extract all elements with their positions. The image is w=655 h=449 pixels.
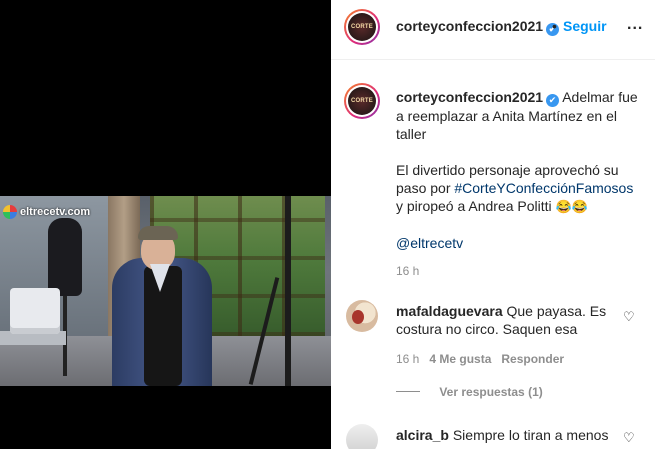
view-replies-link[interactable]: Ver respuestas (1) [396, 385, 542, 399]
caption-timestamp[interactable]: 16 h [396, 264, 419, 278]
comment-username[interactable]: mafaldaguevara [396, 303, 503, 319]
profile-avatar[interactable]: CORTE [344, 9, 380, 45]
comment-body: alcira_b Siempre lo tiran a menos [396, 426, 621, 444]
like-heart-icon[interactable]: ♡ [623, 309, 637, 324]
sewing-machine [10, 288, 60, 334]
view-replies-label[interactable]: Ver respuestas (1) [439, 385, 542, 399]
eltrece-logo-icon [3, 205, 17, 219]
commenter-avatar[interactable] [346, 300, 378, 332]
comment-body: mafaldaguevara Que payasa. Es costura no… [396, 302, 621, 338]
post-header: CORTE corteyconfeccion2021 ✔ • Seguir ... [331, 0, 655, 60]
avatar-image: CORTE [348, 13, 376, 41]
comment-meta: 16 h 4 Me gusta Responder [396, 352, 564, 366]
follow-button[interactable]: Seguir [563, 18, 607, 34]
laughing-emoji-icon: 😂😂 [555, 199, 588, 214]
caption-avatar[interactable]: CORTE [344, 83, 380, 119]
header-username-link[interactable]: corteyconfeccion2021 ✔ [396, 18, 560, 36]
watermark-text: eltrecetv.com [20, 206, 91, 218]
mannequin [48, 218, 82, 296]
caption-verified-badge-icon: ✔ [546, 94, 560, 107]
caption-line-2-end: y piropeó a Andrea Politti [396, 198, 556, 214]
header-separator: • [552, 18, 557, 34]
caption-text: corteyconfeccion2021 ✔ Adelmar fue a reem… [396, 88, 642, 252]
caption-username[interactable]: corteyconfeccion2021 [396, 89, 543, 105]
comment-timestamp[interactable]: 16 h [396, 352, 419, 366]
mention-link[interactable]: @eltrecetv [396, 235, 463, 251]
comment-username[interactable]: alcira_b [396, 427, 449, 443]
post-sidebar: CORTE corteyconfeccion2021 ✔ • Seguir ...… [331, 0, 655, 449]
more-options-icon[interactable]: ... [627, 16, 643, 34]
like-heart-icon[interactable]: ♡ [623, 430, 637, 445]
video-frame[interactable] [0, 196, 331, 386]
post-media[interactable]: eltrecetv.com [0, 0, 331, 449]
comment-likes[interactable]: 4 Me gusta [429, 352, 491, 366]
channel-watermark: eltrecetv.com [3, 205, 90, 219]
instagram-post-viewer: eltrecetv.com CORTE corteyconfeccion2021… [0, 0, 655, 449]
commenter-avatar[interactable] [346, 424, 378, 449]
person-vest [144, 266, 182, 386]
person-cap [138, 226, 178, 240]
hashtag-link[interactable]: #CorteYConfecciónFamosos [454, 180, 633, 196]
reply-button[interactable]: Responder [501, 352, 564, 366]
tripod [285, 196, 291, 386]
caption-avatar-image: CORTE [348, 87, 376, 115]
comment-text: Siempre lo tiran a menos [452, 427, 609, 443]
header-username[interactable]: corteyconfeccion2021 [396, 18, 543, 34]
